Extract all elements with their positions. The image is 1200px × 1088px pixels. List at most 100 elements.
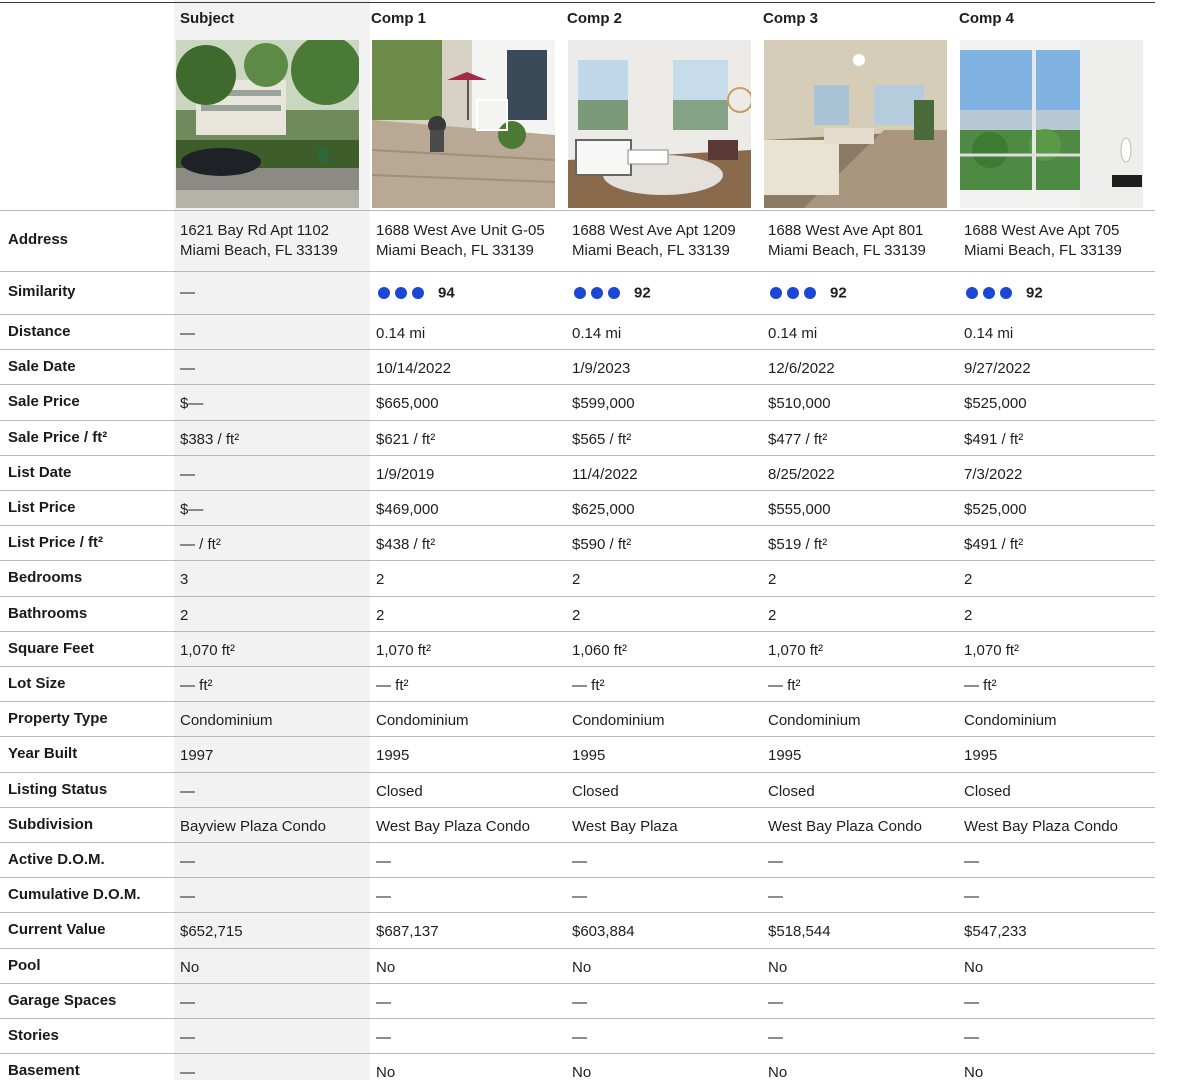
subject-similarity: — — [180, 284, 195, 301]
address-line-2: Miami Beach, FL 33139 — [180, 242, 338, 259]
list-price-ft-row: List Price / ft² — / ft² $438 / ft² $590 / … — [0, 526, 1155, 560]
row-label: List Price — [8, 499, 76, 516]
comp-4-basement-value: No — [964, 1064, 984, 1081]
comp-2-current-value-value: $603,884 — [572, 923, 635, 940]
comp-4-balcony-view-photo[interactable] — [960, 40, 1143, 208]
subject-current-value-value: $652,715 — [180, 923, 243, 940]
comp-4-bathrooms-value: 2 — [964, 607, 973, 624]
subject-street-view-photo[interactable] — [176, 40, 359, 208]
address-line-1: 1688 West Ave Apt 705 — [964, 222, 1120, 239]
comp-1-list-price-ft-value: $438 / ft² — [376, 536, 436, 553]
comp-1-list-date-value: 1/9/2019 — [376, 466, 435, 483]
subject-sale-price-value: $— — [180, 395, 204, 412]
sale-price-ft-row: Sale Price / ft² $383 / ft² $621 / ft² $565… — [0, 421, 1155, 455]
comp-2-sale-price-ft-value: $565 / ft² — [572, 431, 632, 448]
comp-2-cumulative-d-o-m-value: — — [572, 888, 587, 905]
comp-1-patio-photo[interactable] — [372, 40, 555, 208]
comp-2-sale-price-value: $599,000 — [572, 395, 635, 412]
similarity-score: 92 — [634, 284, 651, 302]
comp-3-stories-value: — — [768, 1029, 783, 1046]
similarity-dots — [378, 287, 424, 300]
comp-4-list-price-value: $525,000 — [964, 501, 1027, 518]
property-type-row: Property Type Condominium Condominium Condo… — [0, 702, 1155, 736]
address-line-2: Miami Beach, FL 33139 — [964, 242, 1122, 259]
comp-1-sale-date-value: 10/14/2022 — [376, 360, 452, 377]
pool-row: Pool No No No No No — [0, 949, 1155, 983]
subject-distance-value: — — [180, 325, 195, 342]
comp-1-square-feet-value: 1,070 ft² — [376, 642, 432, 659]
row-label: Stories — [8, 1027, 59, 1044]
active-d-o-m-row: Active D.O.M. — — — — — — [0, 843, 1155, 877]
row-label: Address — [8, 231, 69, 248]
column-header-comp-1: Comp 1 — [371, 10, 427, 27]
comp-1-sale-price-ft-value: $621 / ft² — [376, 431, 436, 448]
comp-4-property-type-value: Condominium — [964, 712, 1057, 729]
similarity-dot — [574, 287, 586, 300]
comp-2-year-built-value: 1995 — [572, 747, 606, 764]
address-line-2: Miami Beach, FL 33139 — [572, 242, 730, 259]
comp-4-stories-value: — — [964, 1029, 979, 1046]
sale-price-row: Sale Price $— $665,000 $599,000 $510,000 $525… — [0, 385, 1155, 419]
comp-4-subdivision-value: West Bay Plaza Condo — [964, 818, 1118, 835]
comp-4-current-value-value: $547,233 — [964, 923, 1027, 940]
comp-3-sale-date-value: 12/6/2022 — [768, 360, 835, 377]
comp-4-list-date-value: 7/3/2022 — [964, 466, 1023, 483]
stories-row: Stories — — — — — — [0, 1019, 1155, 1053]
comp-2-property-type-value: Condominium — [572, 712, 665, 729]
comp-3-listing-status-value: Closed — [768, 783, 815, 800]
comp-3-pool-value: No — [768, 959, 788, 976]
bedrooms-row: Bedrooms 3 2 2 2 2 — [0, 561, 1155, 595]
comp-1-pool-value: No — [376, 959, 396, 976]
subject-list-price-value: $— — [180, 501, 204, 518]
subject-listing-status-value: — — [180, 783, 195, 800]
similarity-dot — [770, 287, 782, 300]
comp-2-list-price-value: $625,000 — [572, 501, 635, 518]
subject-active-d-o-m-value: — — [180, 853, 195, 870]
similarity-score: 94 — [438, 284, 455, 302]
subject-garage-spaces-value: — — [180, 994, 195, 1011]
row-label: Distance — [8, 323, 71, 340]
comp-3-current-value-value: $518,544 — [768, 923, 831, 940]
comp-2-square-feet-value: 1,060 ft² — [572, 642, 628, 659]
row-label: Similarity — [8, 283, 76, 300]
row-label: Year Built — [8, 745, 78, 762]
comp-3-address: 1688 West Ave Apt 801 Miami Beach, FL 33… — [768, 221, 926, 261]
comp-2-living-room-photo[interactable] — [568, 40, 751, 208]
comp-3-bathrooms-value: 2 — [768, 607, 777, 624]
column-header-comp-2: Comp 2 — [567, 10, 623, 27]
row-label: Current Value — [8, 921, 106, 938]
comp-3-living-room-photo[interactable] — [764, 40, 947, 208]
subject-stories-value: — — [180, 1029, 195, 1046]
address-line-1: 1621 Bay Rd Apt 1102 — [180, 222, 330, 239]
comp-2-bathrooms-value: 2 — [572, 607, 581, 624]
subject-list-price-ft-value: — / ft² — [180, 536, 221, 553]
similarity-dots — [966, 287, 1012, 300]
similarity-dot — [378, 287, 390, 300]
row-label: Listing Status — [8, 781, 108, 798]
comp-1-lot-size-value: — ft² — [376, 677, 409, 694]
comp-3-sale-price-value: $510,000 — [768, 395, 831, 412]
comp-1-property-type-value: Condominium — [376, 712, 469, 729]
comp-3-property-type-value: Condominium — [768, 712, 861, 729]
lot-size-row: Lot Size — ft² — ft² — ft² — ft² — ft² — [0, 667, 1155, 701]
comp-1-bedrooms-value: 2 — [376, 571, 385, 588]
comp-3-sale-price-ft-value: $477 / ft² — [768, 431, 828, 448]
subject-pool-value: No — [180, 959, 200, 976]
comp-4-listing-status-value: Closed — [964, 783, 1011, 800]
row-label: Lot Size — [8, 675, 66, 692]
comp-3-list-price-value: $555,000 — [768, 501, 831, 518]
comp-4-list-price-ft-value: $491 / ft² — [964, 536, 1024, 553]
comp-1-address: 1688 West Ave Unit G-05 Miami Beach, FL … — [376, 221, 545, 261]
comp-3-cumulative-d-o-m-value: — — [768, 888, 783, 905]
comp-2-stories-value: — — [572, 1029, 587, 1046]
sale-date-row: Sale Date — 10/14/2022 1/9/2023 12/6/2022 9/2… — [0, 350, 1155, 384]
similarity-dot — [983, 287, 995, 300]
comp-3-similarity: 92 — [770, 284, 847, 302]
row-label: Basement — [8, 1062, 80, 1079]
comp-4-square-feet-value: 1,070 ft² — [964, 642, 1020, 659]
column-header-comp-4: Comp 4 — [959, 10, 1015, 27]
comp-4-sale-date-value: 9/27/2022 — [964, 360, 1031, 377]
similarity-dots — [574, 287, 620, 300]
comp-4-distance-value: 0.14 mi — [964, 325, 1014, 342]
address-line-2: Miami Beach, FL 33139 — [768, 242, 926, 259]
